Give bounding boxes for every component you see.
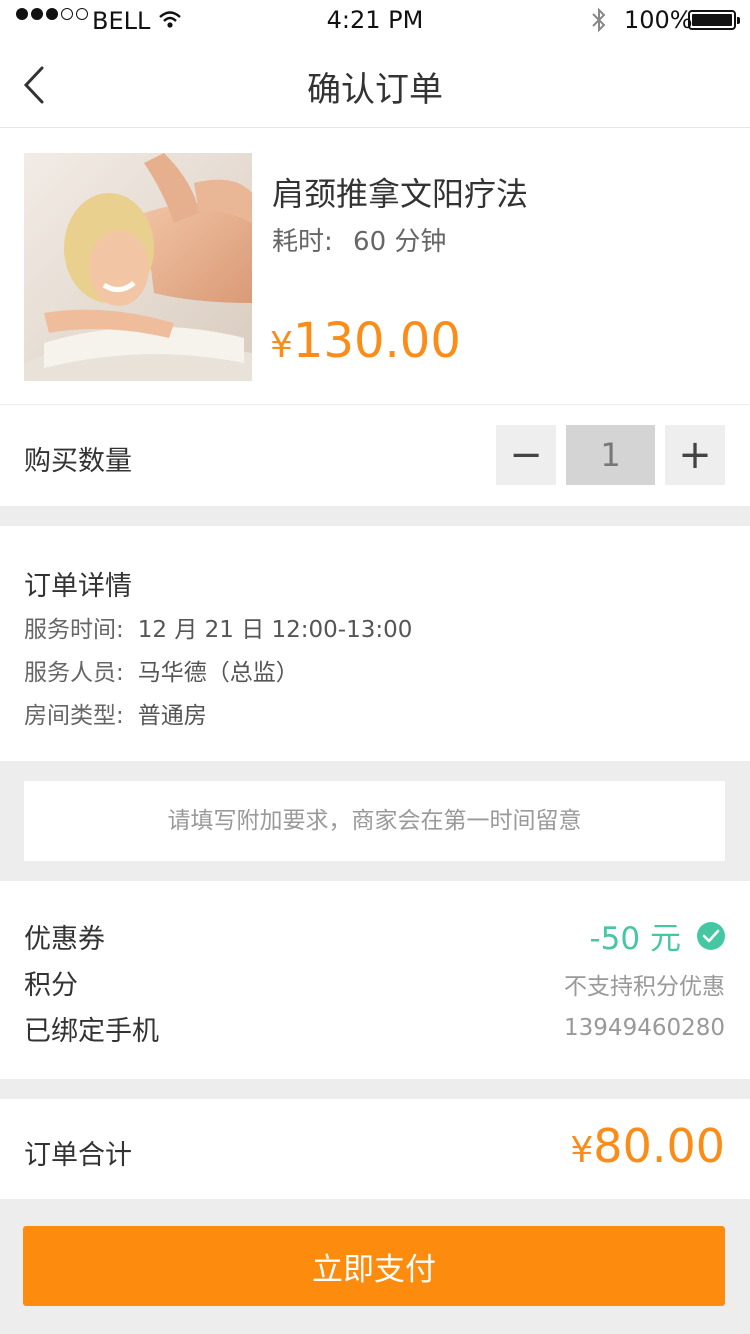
total-label: 订单合计 [24,1140,132,1171]
duration-value: 60 分钟 [353,227,447,257]
duration-label: 耗时: [272,227,333,257]
total-amount: ¥80.00 [570,1119,725,1173]
coupon-selector[interactable]: -50 元 [589,913,725,958]
note-input[interactable] [24,781,725,861]
status-bar: BELL 4:21 PM 100% [0,0,750,40]
quantity-row: 购买数量 − 1 + [0,405,750,506]
room-type-label: 房间类型: [24,703,124,729]
decrease-button[interactable]: − [496,425,556,485]
order-details-heading: 订单详情 [24,571,132,602]
section-divider [0,1079,750,1099]
total-value: 80.00 [593,1119,725,1173]
coupon-value: -50 元 [589,921,682,957]
check-icon [697,921,725,950]
pay-now-button[interactable]: 立即支付 [23,1226,725,1306]
points-label: 积分 [24,970,78,1001]
discount-section: 优惠券 -50 元 积分 不支持积分优惠 已绑定手机 13949460280 [0,881,750,1079]
section-divider [0,506,750,526]
staff-value: 马华德（总监） [137,660,299,686]
order-total: 订单合计 ¥80.00 [0,1099,750,1199]
staff-label: 服务人员: [24,660,124,686]
service-time-value: 12 月 21 日 12:00-13:00 [137,617,413,643]
note-section [0,761,750,881]
service-time-row: 服务时间: 12 月 21 日 12:00-13:00 [24,610,412,644]
price-amount: 130.00 [292,313,461,369]
phone-label: 已绑定手机 [24,1016,159,1047]
total-currency: ¥ [570,1130,594,1171]
room-type-row: 房间类型: 普通房 [24,696,207,730]
service-time-label: 服务时间: [24,617,124,643]
quantity-stepper: − 1 + [496,425,725,485]
page-title: 确认订单 [307,70,443,110]
points-value: 不支持积分优惠 [564,974,725,1000]
product-card: 肩颈推拿文阳疗法 耗时: 60 分钟 ¥130.00 [0,129,750,405]
battery-icon [688,10,740,30]
coupon-label: 优惠券 [24,924,105,955]
phone-value: 13949460280 [564,1015,725,1041]
increase-button[interactable]: + [665,425,725,485]
quantity-value[interactable]: 1 [566,425,655,485]
room-type-value: 普通房 [137,703,207,729]
product-duration: 耗时: 60 分钟 [272,221,446,258]
product-name: 肩颈推拿文阳疗法 [272,175,529,213]
bluetooth-icon [590,6,608,40]
navigation-bar: 确认订单 [0,40,750,128]
product-image[interactable] [24,153,252,381]
price-currency: ¥ [270,325,293,366]
quantity-label: 购买数量 [24,446,132,477]
battery-percent: 100% [624,6,693,34]
order-details: 订单详情 服务时间: 12 月 21 日 12:00-13:00 服务人员: 马华德… [0,526,750,760]
staff-row: 服务人员: 马华德（总监） [24,653,299,687]
product-price: ¥130.00 [270,313,461,369]
footer: 立即支付 [0,1199,750,1334]
